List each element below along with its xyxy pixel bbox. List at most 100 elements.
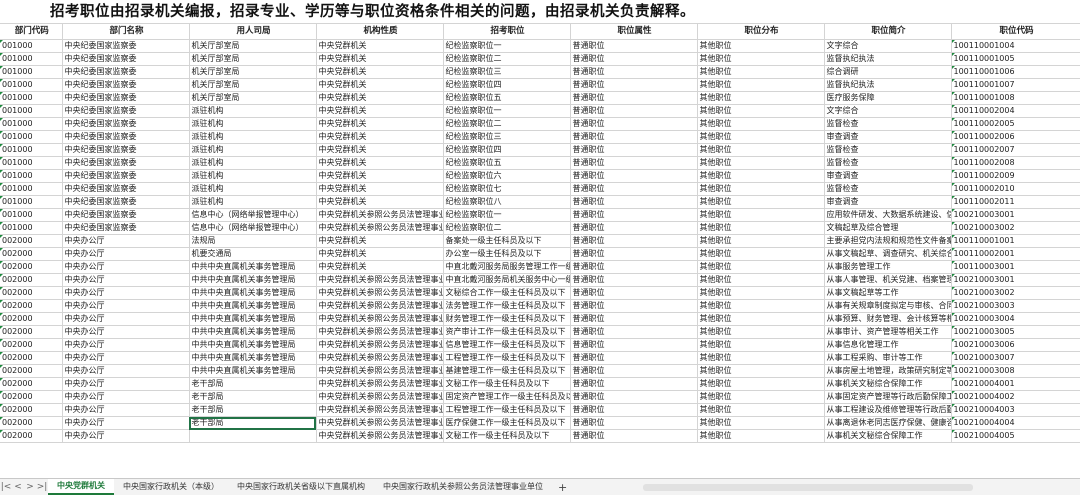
table-cell[interactable]: 100210003002 [951, 221, 1080, 235]
sheet-tab-0[interactable]: 中央党群机关 [48, 479, 114, 495]
table-cell[interactable]: 从事文稿起草、调查研究、机关综合 [824, 247, 952, 261]
table-cell[interactable]: 其他职位 [697, 429, 825, 443]
table-cell[interactable]: 其他职位 [697, 65, 825, 79]
column-header[interactable]: 部门名称 [62, 24, 190, 40]
table-cell[interactable]: 普通职位 [570, 39, 698, 53]
table-cell[interactable]: 基建管理工作一级主任科员及以下 [443, 364, 571, 378]
column-header[interactable]: 职位代码 [951, 24, 1080, 40]
table-cell[interactable]: 中央党群机关参照公务员法管理事业 [316, 403, 444, 417]
table-cell[interactable]: 审查调查 [824, 130, 952, 144]
table-cell[interactable]: 中央纪委国家监察委 [62, 91, 190, 105]
table-cell[interactable]: 中央纪委国家监察委 [62, 65, 190, 79]
table-cell[interactable]: 其他职位 [697, 78, 825, 92]
table-cell[interactable]: 001000 [0, 169, 63, 183]
table-cell[interactable]: 固定资产管理工作一级主任科员及以 [443, 390, 571, 404]
table-cell[interactable]: 普通职位 [570, 299, 698, 313]
table-cell[interactable]: 中央办公厅 [62, 286, 190, 300]
column-header[interactable]: 机构性质 [316, 24, 444, 40]
table-cell[interactable]: 100210004005 [951, 429, 1080, 443]
column-header[interactable]: 招考职位 [443, 24, 571, 40]
table-cell[interactable]: 从事信息化管理工作 [824, 338, 952, 352]
table-cell[interactable]: 中央纪委国家监察委 [62, 195, 190, 209]
table-cell[interactable]: 纪检监察职位三 [443, 130, 571, 144]
table-cell[interactable]: 中共中央直属机关事务管理局 [189, 312, 317, 326]
table-cell[interactable]: 中央党群机关参照公务员法管理事业 [316, 429, 444, 443]
table-cell[interactable]: 派驻机构 [189, 195, 317, 209]
table-cell[interactable]: 中央党群机关参照公务员法管理事业 [316, 338, 444, 352]
table-cell[interactable]: 普通职位 [570, 104, 698, 118]
table-cell[interactable]: 002000 [0, 416, 63, 430]
table-cell[interactable]: 普通职位 [570, 377, 698, 391]
table-cell[interactable]: 中央办公厅 [62, 364, 190, 378]
table-cell[interactable]: 001000 [0, 52, 63, 66]
table-cell[interactable]: 文字综合 [824, 39, 952, 53]
table-cell[interactable]: 001000 [0, 78, 63, 92]
table-cell[interactable]: 中央党群机关 [316, 91, 444, 105]
table-cell[interactable]: 中央党群机关 [316, 104, 444, 118]
table-cell[interactable]: 002000 [0, 286, 63, 300]
sheet-tab-2[interactable]: 中央国家行政机关省级以下直属机构 [228, 479, 374, 495]
table-cell[interactable]: 中央办公厅 [62, 416, 190, 430]
table-cell[interactable]: 中央党群机关 [316, 234, 444, 248]
table-cell[interactable]: 100110002011 [951, 195, 1080, 209]
table-cell[interactable]: 100110001005 [951, 52, 1080, 66]
table-cell[interactable]: 100110001007 [951, 78, 1080, 92]
table-cell[interactable]: 中央纪委国家监察委 [62, 221, 190, 235]
table-cell[interactable]: 派驻机构 [189, 182, 317, 196]
table-cell[interactable]: 法务管理工作一级主任科员及以下 [443, 299, 571, 313]
table-cell[interactable]: 中央纪委国家监察委 [62, 182, 190, 196]
table-cell[interactable]: 其他职位 [697, 351, 825, 365]
table-cell[interactable]: 中央纪委国家监察委 [62, 104, 190, 118]
table-cell[interactable]: 审查调查 [824, 169, 952, 183]
table-cell[interactable]: 002000 [0, 273, 63, 287]
table-cell[interactable]: 从事工程建设及维修管理等行政后勤 [824, 403, 952, 417]
table-cell[interactable]: 纪检监察职位六 [443, 169, 571, 183]
positions-table[interactable]: 部门代码 部门名称 用人司局 机构性质 招考职位 职位属性 职位分布 职位简介 职位代码 0010… [0, 24, 1080, 443]
table-cell[interactable]: 普通职位 [570, 143, 698, 157]
table-cell[interactable]: 纪检监察职位一 [443, 208, 571, 222]
table-cell[interactable]: 中央党群机关 [316, 182, 444, 196]
table-cell[interactable]: 001000 [0, 195, 63, 209]
table-cell[interactable]: 100210003001 [951, 208, 1080, 222]
sheet-tab-3[interactable]: 中央国家行政机关参照公务员法管理事业单位 [374, 479, 552, 495]
table-cell[interactable]: 从事文稿起草等工作 [824, 286, 952, 300]
table-cell[interactable]: 100110002008 [951, 156, 1080, 170]
column-header[interactable]: 职位属性 [570, 24, 698, 40]
table-cell[interactable]: 100110001008 [951, 91, 1080, 105]
table-cell[interactable]: 100210004004 [951, 416, 1080, 430]
table-cell[interactable]: 100210003004 [951, 312, 1080, 326]
table-cell[interactable]: 文秘工作一级主任科员及以下 [443, 429, 571, 443]
table-cell[interactable]: 中共中央直属机关事务管理局 [189, 338, 317, 352]
table-cell[interactable]: 100110001006 [951, 65, 1080, 79]
table-cell[interactable]: 中央党群机关参照公务员法管理事业 [316, 416, 444, 430]
column-header[interactable]: 职位简介 [824, 24, 952, 40]
table-cell[interactable]: 普通职位 [570, 325, 698, 339]
table-cell[interactable]: 应用软件研发、大数据系统建设、信 [824, 208, 952, 222]
table-cell[interactable]: 中央办公厅 [62, 403, 190, 417]
table-cell[interactable]: 中央纪委国家监察委 [62, 169, 190, 183]
column-header[interactable]: 部门代码 [0, 24, 63, 40]
table-cell[interactable]: 法规局 [189, 234, 317, 248]
table-cell[interactable]: 办公室一级主任科员及以下 [443, 247, 571, 261]
table-cell[interactable]: 中共中央直属机关事务管理局 [189, 351, 317, 365]
table-cell[interactable]: 从事人事管理、机关党建、档案管理 [824, 273, 952, 287]
table-cell[interactable]: 普通职位 [570, 169, 698, 183]
table-cell[interactable]: 中央党群机关参照公务员法管理事业 [316, 286, 444, 300]
table-cell[interactable]: 纪检监察职位四 [443, 78, 571, 92]
table-cell[interactable]: 其他职位 [697, 299, 825, 313]
table-cell[interactable]: 中央纪委国家监察委 [62, 117, 190, 131]
table-cell[interactable]: 001000 [0, 130, 63, 144]
table-cell[interactable]: 其他职位 [697, 403, 825, 417]
table-cell[interactable]: 100210004003 [951, 403, 1080, 417]
table-cell[interactable]: 财务管理工作一级主任科员及以下 [443, 312, 571, 326]
table-cell[interactable]: 审查调查 [824, 195, 952, 209]
table-cell[interactable]: 普通职位 [570, 195, 698, 209]
table-cell[interactable]: 纪检监察职位二 [443, 117, 571, 131]
table-cell[interactable]: 派驻机构 [189, 117, 317, 131]
table-cell[interactable]: 其他职位 [697, 195, 825, 209]
table-cell[interactable]: 主要承担党内法规和规范性文件备案 [824, 234, 952, 248]
table-cell[interactable]: 资产审计工作一级主任科员及以下 [443, 325, 571, 339]
table-cell[interactable]: 001000 [0, 221, 63, 235]
table-cell[interactable]: 中共中央直属机关事务管理局 [189, 286, 317, 300]
table-cell[interactable]: 其他职位 [697, 39, 825, 53]
